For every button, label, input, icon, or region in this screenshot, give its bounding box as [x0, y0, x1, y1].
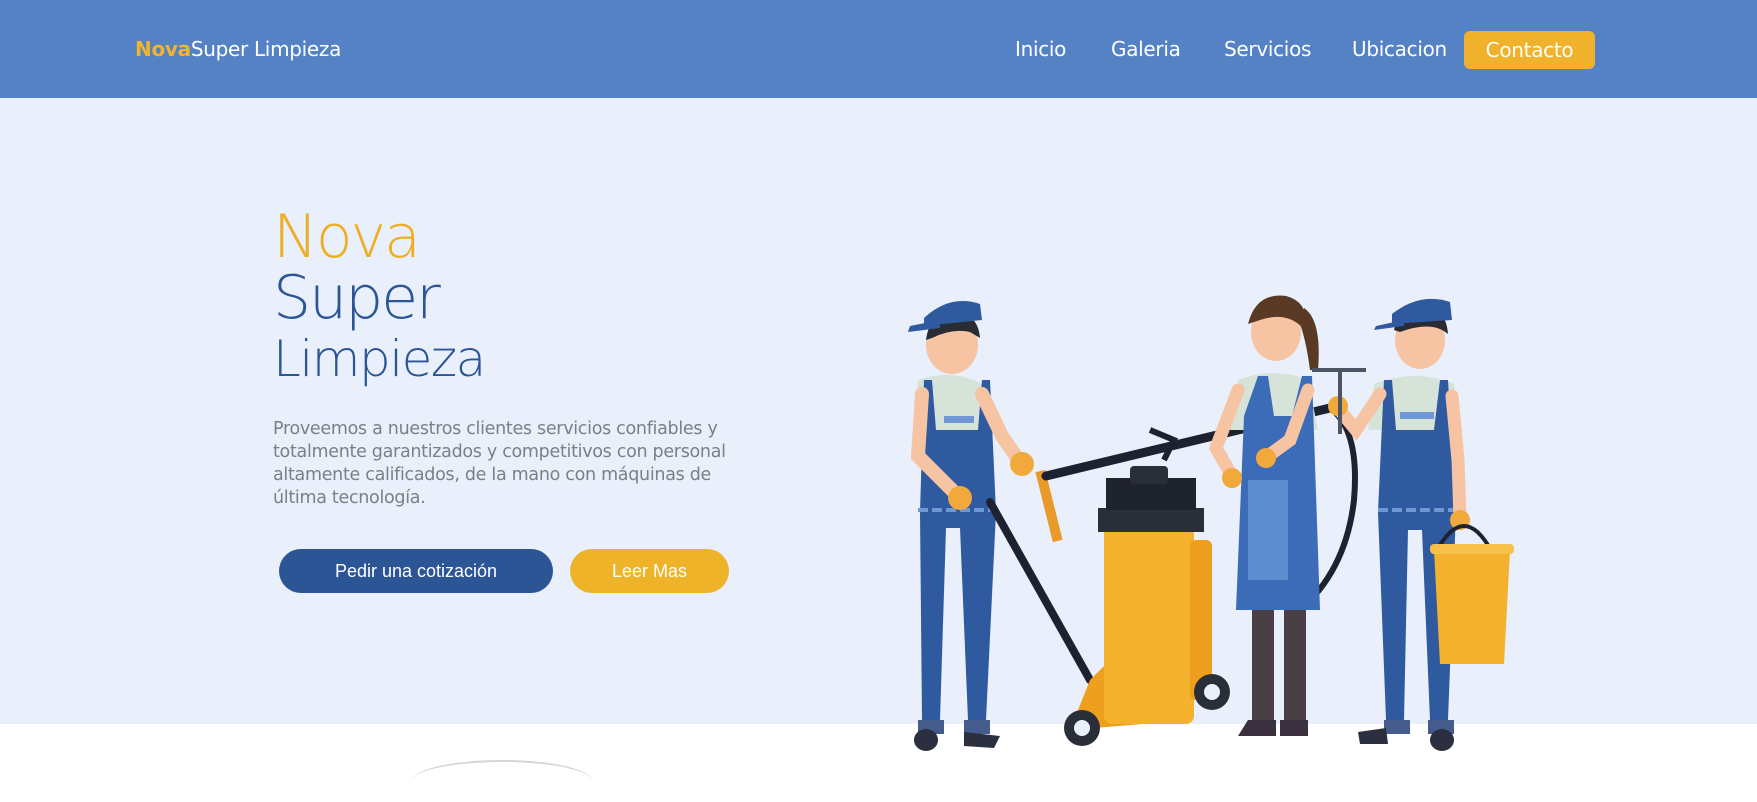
- top-navbar: NovaSuper Limpieza Inicio Galeria Servic…: [0, 0, 1757, 98]
- nav-link-servicios[interactable]: Servicios: [1224, 36, 1311, 62]
- bucket-icon: [1430, 524, 1514, 664]
- read-more-button[interactable]: Leer Mas: [570, 549, 729, 593]
- hero-title-nova: Nova: [273, 202, 421, 272]
- brand-name: Super Limpieza: [190, 37, 342, 61]
- section-divider-arc: [412, 760, 592, 802]
- request-quote-button[interactable]: Pedir una cotización: [279, 549, 553, 593]
- worker-right-figure: [1312, 298, 1470, 751]
- brand-logo[interactable]: NovaSuper Limpieza: [135, 36, 341, 62]
- mop-icon: [986, 469, 1094, 684]
- contact-button[interactable]: Contacto: [1464, 31, 1595, 69]
- hero-title-super: Super: [273, 263, 441, 333]
- worker-left-figure: [908, 301, 1034, 751]
- hero-description: Proveemos a nuestros clientes servicios …: [273, 419, 726, 508]
- brand-accent: Nova: [135, 37, 191, 61]
- worker-middle-figure: [1208, 295, 1320, 736]
- nav-link-inicio[interactable]: Inicio: [1015, 36, 1066, 62]
- cleaning-crew-illustration: [908, 295, 1514, 751]
- nav-link-ubicacion[interactable]: Ubicacion: [1352, 36, 1447, 62]
- nav-link-galeria[interactable]: Galeria: [1111, 36, 1181, 62]
- hero-section: Nova Super Limpieza Proveemos a nuestros…: [0, 98, 1757, 751]
- hero-title-limpieza: Limpieza: [273, 330, 486, 388]
